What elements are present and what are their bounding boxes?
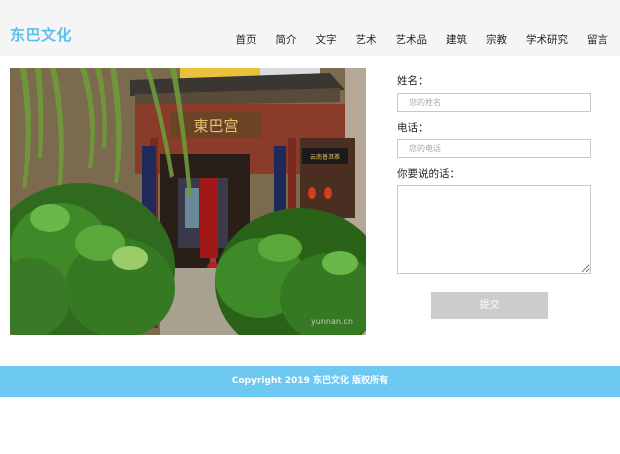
nav-item-research[interactable]: 学术研究 [526,31,568,49]
nav-item-intro[interactable]: 简介 [276,31,297,49]
nav-item-religion[interactable]: 宗教 [486,31,507,49]
message-textarea[interactable] [397,185,591,274]
site-footer: Copyright 2019 东巴文化 版权所有 [0,366,620,397]
submit-button[interactable]: 提交 [431,292,548,319]
main-nav: 首页 简介 文字 艺术 艺术品 建筑 宗教 学术研究 留言 [236,31,609,49]
nav-item-artworks[interactable]: 艺术品 [396,31,428,49]
palace-sign-text: 東巴宫 [193,117,238,135]
site-header: 东巴文化 首页 简介 文字 艺术 艺术品 建筑 宗教 学术研究 留言 [0,0,620,56]
dongba-palace-photo: 東巴宫 云南普洱茶 yunnan.cn [10,68,366,335]
phone-label: 电话： [397,122,429,134]
shop-sign-text: 云南普洱茶 [310,153,340,161]
nav-item-art[interactable]: 艺术 [356,31,377,49]
nav-item-home[interactable]: 首页 [236,31,257,49]
nav-item-guestbook[interactable]: 留言 [587,31,608,49]
photo-watermark: yunnan.cn [311,317,353,326]
nav-item-architecture[interactable]: 建筑 [446,31,467,49]
site-logo[interactable]: 东巴文化 [10,25,72,45]
dongba-palace-illustration: 東巴宫 云南普洱茶 yunnan.cn [10,68,366,335]
phone-input[interactable] [397,139,591,158]
nav-item-script[interactable]: 文字 [316,31,337,49]
name-input[interactable] [397,93,591,112]
name-label: 姓名： [397,75,429,87]
message-label: 你要说的话： [397,168,460,180]
